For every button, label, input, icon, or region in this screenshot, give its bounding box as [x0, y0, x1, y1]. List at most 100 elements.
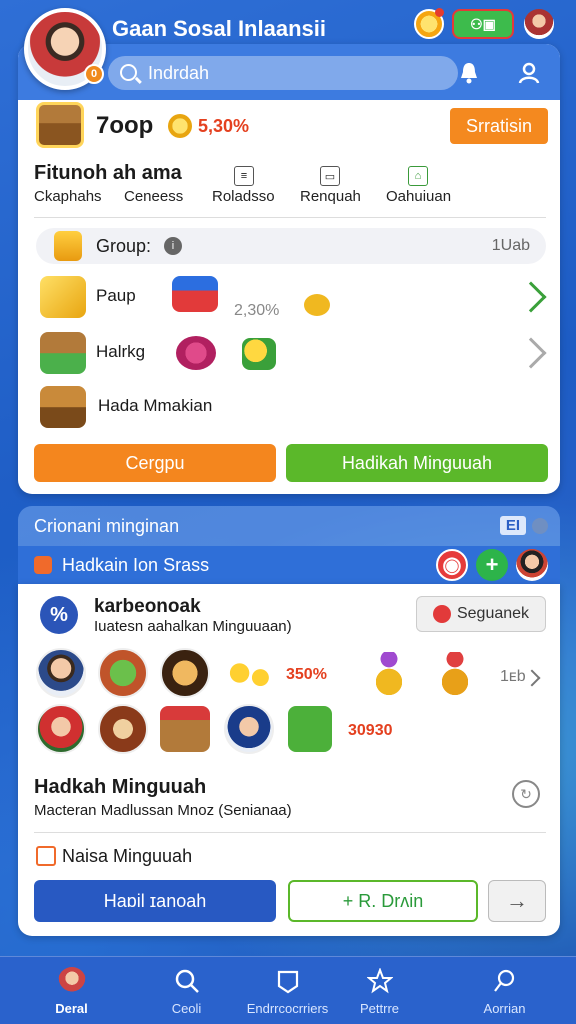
sub-bar: Hadkain Ion Srass ◉ + [18, 546, 560, 584]
percent-icon: % [40, 596, 78, 634]
user-icon[interactable] [512, 56, 546, 90]
watch-button[interactable]: Seguanek [416, 596, 546, 632]
lion-avatar[interactable] [160, 648, 210, 698]
user-avatar-icon[interactable] [524, 9, 554, 39]
watch-button-label: Seguanek [456, 605, 530, 622]
profile-avatar[interactable]: 0 [24, 8, 106, 90]
nav-item-search[interactable]: Ceoli [129, 957, 244, 1024]
fruit-basket-icon [160, 706, 210, 752]
nav-item-home[interactable]: Deral [14, 957, 129, 1024]
game-name: Paup [96, 286, 136, 305]
game-name: Hada Mmakian [98, 396, 213, 415]
friend-avatar[interactable] [516, 549, 548, 581]
secondary-action-button[interactable]: + R. Drʌin [288, 880, 478, 922]
badge-icon [274, 967, 302, 995]
shield-icon[interactable]: ◉ [436, 549, 468, 581]
group-button[interactable]: Cergpu [34, 444, 276, 482]
medal-icon [376, 652, 402, 698]
pets-icon [242, 338, 276, 370]
promo-subtitle: Iuatesn aahalkan Minguuaan) [94, 618, 292, 635]
bag-icon: ⌂ [408, 166, 428, 186]
tab-ceneess[interactable]: Ceneess [124, 188, 183, 205]
feature-tabs: Ckaphahs Ceneess ≡ Roladsso ▭ Renquah ⌂ … [34, 162, 554, 212]
section2-title: Crionani minginan [34, 516, 180, 536]
checkbox-icon[interactable] [36, 846, 56, 866]
hadkah-title: Hadkah Minguuah [34, 776, 207, 798]
chevron-right-icon[interactable] [515, 337, 547, 369]
coin-stack-icon [168, 114, 192, 138]
player-avatar[interactable] [36, 648, 86, 698]
nav-item-pettrre[interactable]: Pettrre [322, 957, 437, 1024]
section2-header: Crionani minginan EI [18, 506, 560, 546]
tab-renquah[interactable]: Renquah [300, 188, 361, 205]
gems-icon [176, 336, 216, 370]
bottom-nav: Deral Ceoli Endrrcocrriers Pettrre Aorri… [0, 956, 576, 1024]
bell-icon[interactable] [452, 56, 486, 90]
chest-icon [36, 102, 84, 148]
home-avatar-icon [58, 967, 86, 995]
settings-icon[interactable] [532, 518, 548, 534]
stat-value: 7oop [96, 112, 154, 139]
tab-ckaphahs[interactable]: Ckaphahs [34, 188, 102, 205]
nav-label: Deral [55, 1001, 88, 1016]
game-percent: 2,30% [234, 302, 280, 319]
game-row[interactable]: Halrkg [36, 330, 547, 380]
game-name: Halrkg [96, 342, 146, 361]
search-input[interactable] [108, 56, 458, 90]
list-icon: ≡ [234, 166, 254, 186]
primary-action-button[interactable]: Haɒil ɪanoah [34, 880, 276, 922]
main-card: 7oop 5,30% Srratisin Fitunoh ah ama Ckap… [18, 44, 560, 494]
hadikah-button[interactable]: Hadikah Minguuah [286, 444, 548, 482]
info-circle-icon[interactable]: ↻ [512, 780, 540, 808]
avatar-badge: 0 [84, 64, 104, 84]
promo-title: karbeonoak [94, 596, 201, 617]
game-row[interactable]: Paup 2,30% [36, 274, 547, 324]
section2-badge: EI [499, 516, 526, 535]
chest-gold-icon [40, 386, 86, 428]
dragon-avatar[interactable] [98, 648, 148, 698]
stat-percent: 5,30% [198, 116, 250, 136]
game-row[interactable]: Hada Mmakian [36, 384, 546, 434]
grid-percent: 350% [286, 666, 327, 683]
app-title: Gaan Sosal Inlaansii [112, 16, 326, 41]
group-icon [54, 231, 82, 261]
gold-bar-icon [40, 276, 86, 318]
star-icon [366, 967, 394, 995]
grid-count: 1ᴇb [500, 668, 526, 685]
play-icon [432, 605, 451, 623]
info-icon[interactable]: i [164, 237, 182, 255]
group-row[interactable]: Group: i 1Uab [36, 228, 546, 264]
divider [34, 832, 546, 833]
trophy-icon [442, 652, 468, 698]
nav-label: Pettrre [359, 1001, 399, 1016]
chat-bubble-icon: ▭ [320, 166, 340, 186]
coin-icon [304, 294, 330, 316]
nav-label: Ceoli [171, 1001, 202, 1016]
tab-oahuiuan[interactable]: Oahuiuan [386, 188, 451, 205]
nav-label: Aorrian [483, 1001, 526, 1016]
flag-icon [34, 556, 52, 574]
treasure-chest-icon [40, 332, 86, 374]
divider [34, 217, 546, 218]
sub-bar-title: Hadkain Ion Srass [62, 555, 210, 575]
search-icon [173, 967, 201, 995]
chevron-right-icon[interactable] [523, 669, 541, 687]
coin-icon[interactable] [414, 8, 444, 39]
pin-icon [491, 967, 519, 995]
stars-icon [224, 650, 276, 696]
tab-roladsso[interactable]: Roladsso [212, 188, 275, 205]
add-icon[interactable]: + [476, 549, 508, 581]
elf-avatar[interactable] [36, 704, 86, 754]
card-pack-icon [172, 276, 218, 312]
chevron-right-icon[interactable] [515, 281, 547, 313]
green-block-icon [288, 706, 332, 752]
start-button[interactable]: Srratisin [450, 108, 548, 144]
pilot-avatar[interactable] [224, 704, 274, 754]
bottom-card: % karbeonoak Iuatesn aahalkan Minguuaan)… [18, 584, 560, 936]
group-count: 1Uab [491, 237, 530, 254]
nav-item-aorrian[interactable]: Aorrian [447, 957, 562, 1024]
deer-avatar[interactable] [98, 704, 148, 754]
group-label: Group: [96, 236, 152, 256]
chat-icon[interactable]: ⚇▣ [452, 9, 514, 39]
next-arrow-button[interactable]: → [488, 880, 546, 922]
